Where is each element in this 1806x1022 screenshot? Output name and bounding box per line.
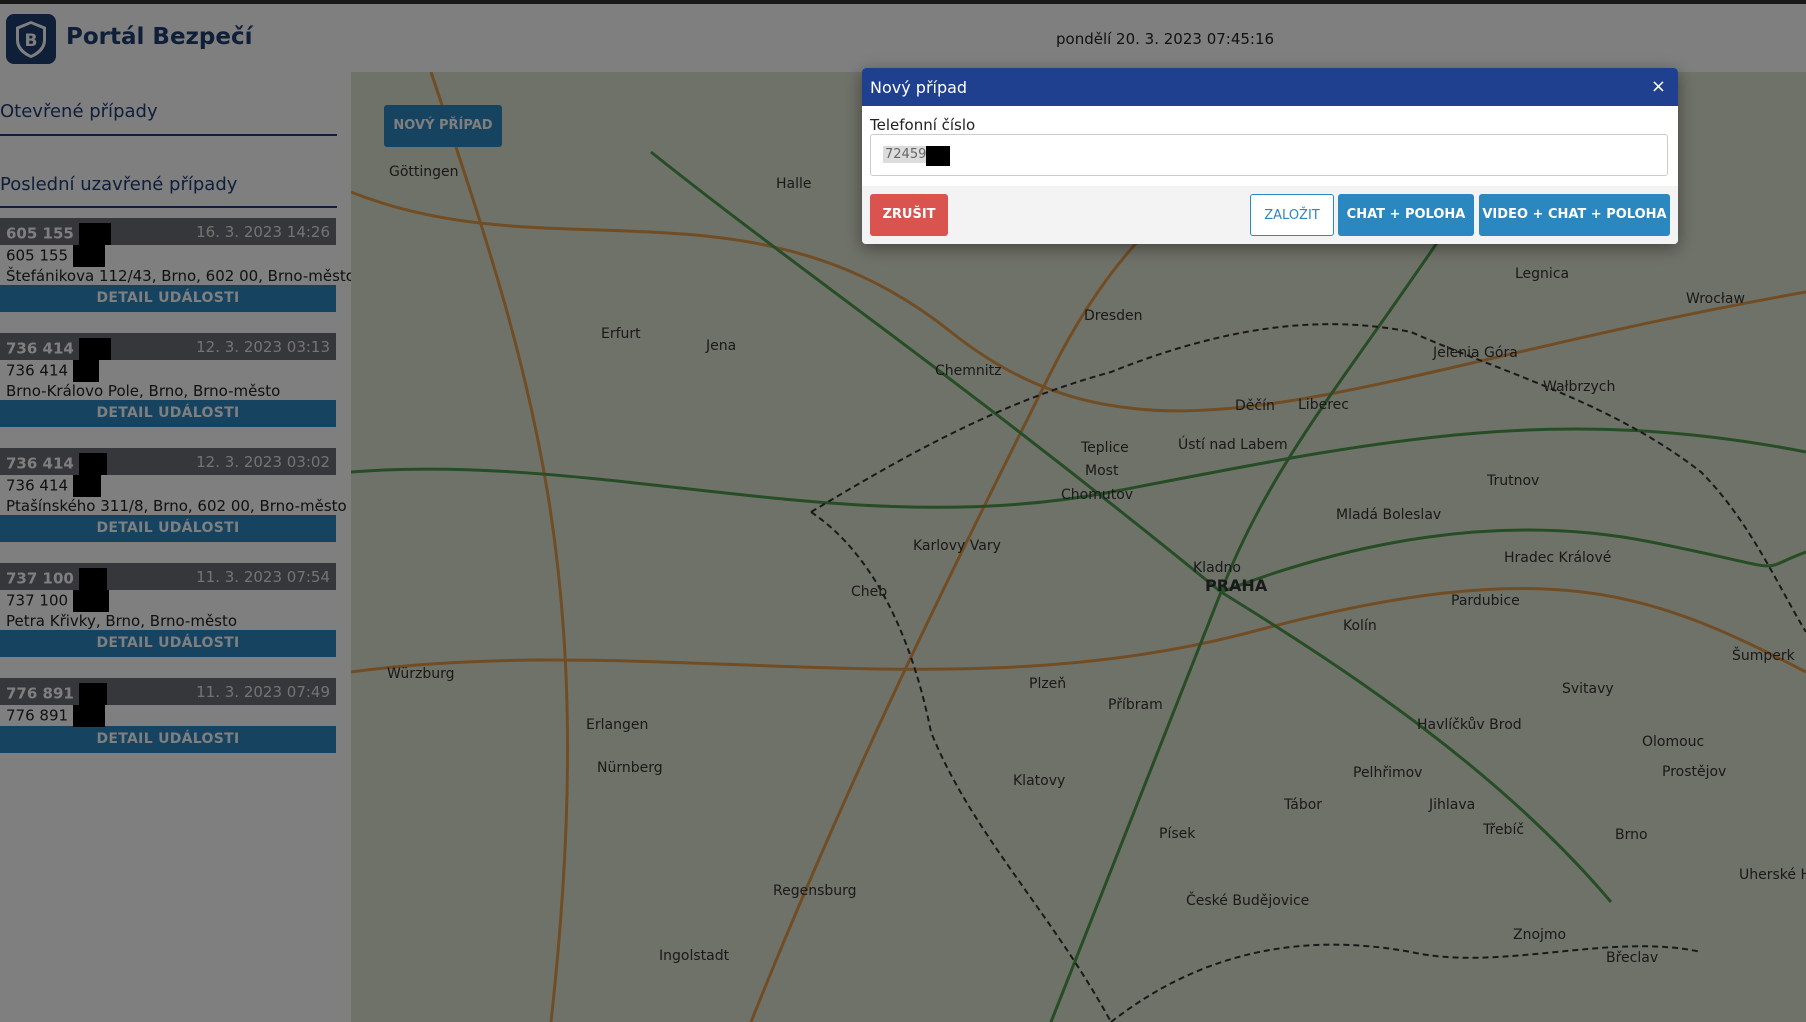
redacted-block xyxy=(926,146,950,166)
phone-input[interactable]: 724590 xyxy=(870,134,1668,176)
chat-location-button[interactable]: CHAT + POLOHA xyxy=(1338,194,1474,236)
create-button[interactable]: ZALOŽIT xyxy=(1250,194,1334,236)
modal-title: Nový případ xyxy=(870,78,968,97)
close-icon[interactable]: × xyxy=(1651,76,1666,97)
new-case-modal: Nový případ × Telefonní číslo 724590 ZRU… xyxy=(862,68,1678,244)
cancel-button[interactable]: ZRUŠIT xyxy=(870,194,948,236)
phone-field-label: Telefonní číslo xyxy=(870,116,976,134)
video-chat-location-button[interactable]: VIDEO + CHAT + POLOHA xyxy=(1479,194,1670,236)
modal-header: Nový případ × xyxy=(862,68,1678,106)
